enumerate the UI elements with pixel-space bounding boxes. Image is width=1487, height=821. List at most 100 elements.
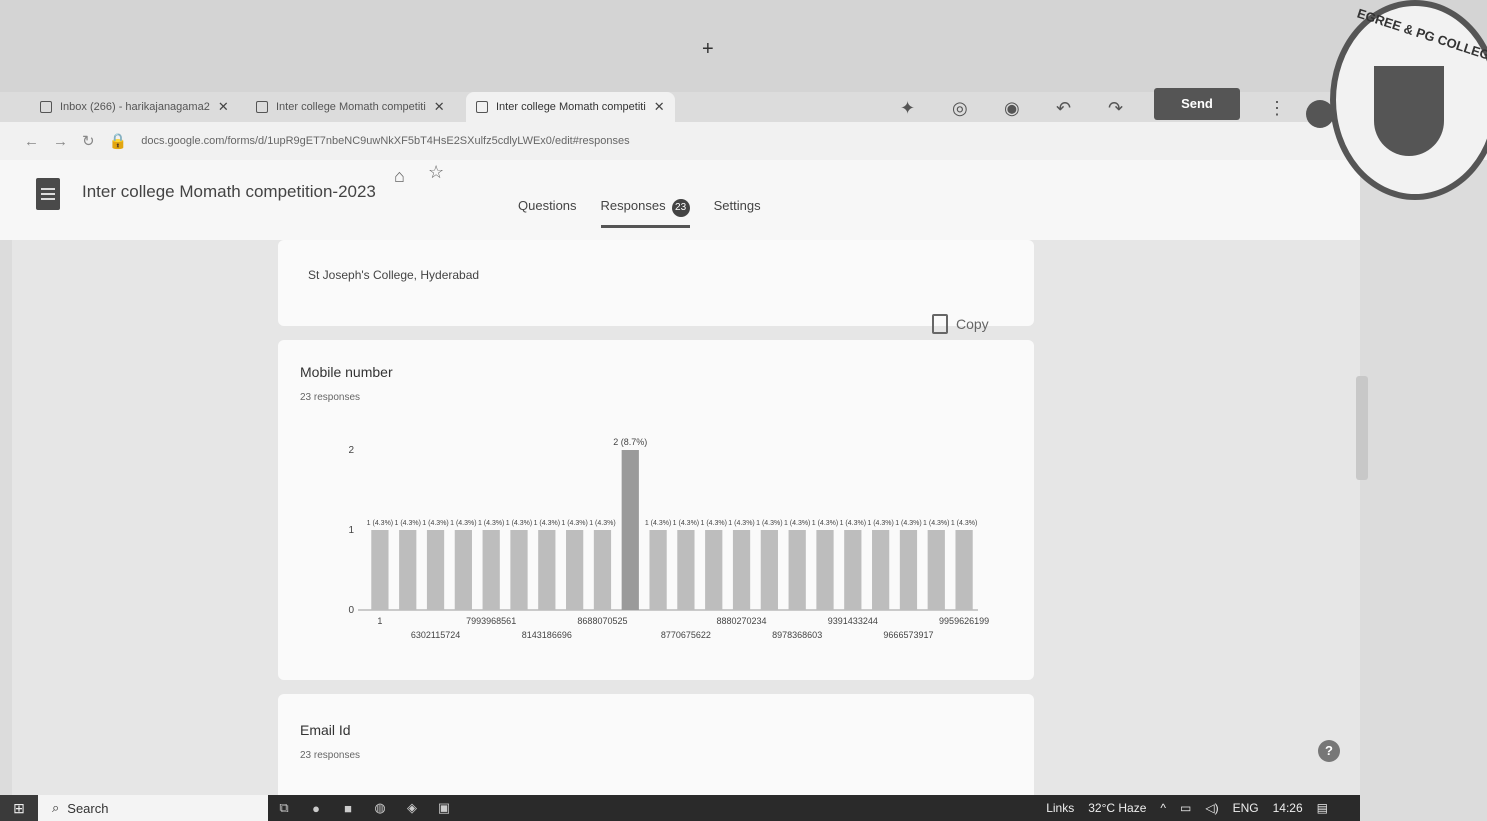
edge-icon[interactable]: ● bbox=[300, 795, 332, 821]
tab-label: Inter college Momath competiti bbox=[276, 101, 426, 113]
chart-bar[interactable] bbox=[816, 530, 834, 610]
tab-responses[interactable]: Responses 23 bbox=[600, 198, 690, 228]
send-button[interactable]: Send bbox=[1154, 88, 1240, 120]
chart-bar[interactable] bbox=[955, 530, 973, 610]
copy-chart-button[interactable]: Copy bbox=[932, 314, 989, 334]
data-label: 1 (4.3%) bbox=[756, 520, 782, 527]
scrollbar[interactable] bbox=[1356, 376, 1368, 480]
data-label: 1 (4.3%) bbox=[812, 520, 838, 527]
data-label: 1 (4.3%) bbox=[589, 520, 615, 527]
x-tick-label: 9391433244 bbox=[828, 616, 878, 626]
clock[interactable]: 14:26 bbox=[1273, 801, 1303, 815]
data-label: 2 (8.7%) bbox=[613, 437, 647, 447]
app-icon[interactable]: ◈ bbox=[396, 795, 428, 821]
move-to-folder-icon[interactable]: ⌂ bbox=[394, 166, 405, 187]
palette-icon[interactable]: ◎ bbox=[952, 98, 968, 119]
tab-questions[interactable]: Questions bbox=[518, 198, 577, 228]
response-count: 23 responses bbox=[300, 750, 361, 761]
language-indicator[interactable]: ENG bbox=[1233, 801, 1259, 815]
undo-icon[interactable]: ↶ bbox=[1056, 98, 1071, 119]
help-icon[interactable]: ? bbox=[1318, 740, 1340, 762]
address-bar: ← → ↻ 🔒 docs.google.com/forms/d/1upR9gET… bbox=[0, 122, 1487, 160]
back-icon[interactable]: ← bbox=[24, 133, 39, 150]
data-label: 1 (4.3%) bbox=[867, 520, 893, 527]
chart-bar[interactable] bbox=[371, 530, 389, 610]
redo-icon[interactable]: ↷ bbox=[1108, 98, 1123, 119]
close-icon[interactable]: ✕ bbox=[434, 99, 445, 115]
x-tick-label: 8688070525 bbox=[577, 616, 627, 626]
volume-icon[interactable]: ◁) bbox=[1205, 801, 1218, 815]
browser-tab-form-2[interactable]: Inter college Momath competiti ✕ bbox=[466, 92, 675, 122]
chart-bar[interactable] bbox=[399, 530, 417, 610]
close-icon[interactable]: ✕ bbox=[654, 99, 665, 115]
chart-bar[interactable] bbox=[705, 530, 723, 610]
answer-text: St Joseph's College, Hyderabad bbox=[308, 268, 480, 282]
response-count-badge: 23 bbox=[671, 199, 690, 217]
reload-icon[interactable]: ↻ bbox=[82, 132, 95, 150]
windows-taskbar: ⊞ ⌕ Search ⧉ ● ■ ◍ ◈ ▣ Links 32°C Haze ^… bbox=[0, 795, 1360, 821]
chart-bar[interactable] bbox=[788, 530, 806, 610]
chart-bar[interactable] bbox=[482, 530, 500, 610]
url-field[interactable]: docs.google.com/forms/d/1upR9gET7nbeNC9u… bbox=[141, 135, 629, 147]
form-title[interactable]: Inter college Momath competition-2023 bbox=[82, 182, 376, 202]
app-icon[interactable]: ▣ bbox=[428, 795, 460, 821]
chart-bar[interactable] bbox=[426, 530, 445, 610]
forms-doc-icon[interactable] bbox=[36, 178, 60, 210]
question-title: Email Id bbox=[300, 722, 351, 738]
gmail-icon bbox=[40, 101, 52, 113]
network-icon[interactable]: ▭ bbox=[1180, 801, 1191, 815]
chart-bar[interactable] bbox=[760, 530, 778, 610]
chart-bar[interactable] bbox=[899, 530, 918, 610]
chart-bar[interactable] bbox=[593, 530, 612, 610]
chart-bar[interactable] bbox=[732, 530, 751, 610]
chart-bar[interactable] bbox=[844, 530, 862, 610]
star-icon[interactable]: ☆ bbox=[428, 162, 444, 183]
y-tick-label: 2 bbox=[348, 445, 354, 456]
chart-bar[interactable] bbox=[510, 530, 528, 610]
lock-icon: 🔒 bbox=[108, 133, 128, 150]
links-toolbar[interactable]: Links bbox=[1046, 801, 1074, 815]
data-label: 1 (4.3%) bbox=[394, 520, 420, 527]
notifications-icon[interactable]: ▤ bbox=[1317, 801, 1328, 815]
data-label: 1 (4.3%) bbox=[728, 520, 754, 527]
chart-bar[interactable] bbox=[454, 530, 472, 610]
chart-bar[interactable] bbox=[621, 450, 639, 610]
weather-widget[interactable]: 32°C Haze bbox=[1088, 801, 1146, 815]
data-label: 1 (4.3%) bbox=[561, 520, 587, 527]
forward-icon[interactable]: → bbox=[53, 133, 68, 150]
tab-settings[interactable]: Settings bbox=[714, 198, 761, 228]
copy-label: Copy bbox=[956, 316, 989, 332]
preview-icon[interactable]: ◉ bbox=[1004, 98, 1020, 119]
task-view-icon[interactable]: ⧉ bbox=[268, 795, 300, 821]
addon-icon[interactable]: ✦ bbox=[900, 98, 915, 119]
responses-content: St Joseph's College, Hyderabad Copy Mobi… bbox=[12, 240, 1360, 804]
copy-icon bbox=[932, 314, 948, 334]
data-label: 1 (4.3%) bbox=[422, 520, 448, 527]
file-explorer-icon[interactable]: ■ bbox=[332, 795, 364, 821]
chart-bar[interactable] bbox=[872, 530, 890, 610]
email-id-card: Email Id 23 responses bbox=[278, 694, 1034, 804]
new-tab-button[interactable]: + bbox=[702, 38, 714, 61]
taskbar-search[interactable]: ⌕ Search bbox=[38, 795, 268, 821]
x-tick-label: 9959626199 bbox=[939, 616, 989, 626]
data-label: 1 (4.3%) bbox=[478, 520, 504, 527]
browser-tab-form-1[interactable]: Inter college Momath competiti ✕ bbox=[246, 92, 455, 122]
x-tick-label: 8143186696 bbox=[522, 630, 572, 640]
windows-start-icon[interactable]: ⊞ bbox=[0, 795, 38, 821]
chart-bar[interactable] bbox=[677, 530, 695, 610]
close-icon[interactable]: ✕ bbox=[218, 99, 229, 115]
college-seal: EGREE & PG COLLEGE bbox=[1330, 0, 1487, 200]
chart-bar[interactable] bbox=[927, 530, 945, 610]
chart-bar[interactable] bbox=[566, 530, 584, 610]
chart-bar[interactable] bbox=[649, 530, 667, 610]
chrome-icon[interactable]: ◍ bbox=[364, 795, 396, 821]
browser-tab-gmail[interactable]: Inbox (266) - harikajanagama2 ✕ bbox=[30, 92, 239, 122]
chevron-up-icon[interactable]: ^ bbox=[1160, 801, 1166, 815]
more-menu-icon[interactable]: ⋮ bbox=[1268, 98, 1286, 119]
tab-label: Inbox (266) - harikajanagama2 bbox=[60, 101, 210, 113]
x-tick-label: 8770675622 bbox=[661, 630, 711, 640]
x-tick-label: 7993968561 bbox=[466, 616, 516, 626]
data-label: 1 (4.3%) bbox=[506, 520, 532, 527]
data-label: 1 (4.3%) bbox=[645, 520, 671, 527]
chart-bar[interactable] bbox=[538, 530, 556, 610]
